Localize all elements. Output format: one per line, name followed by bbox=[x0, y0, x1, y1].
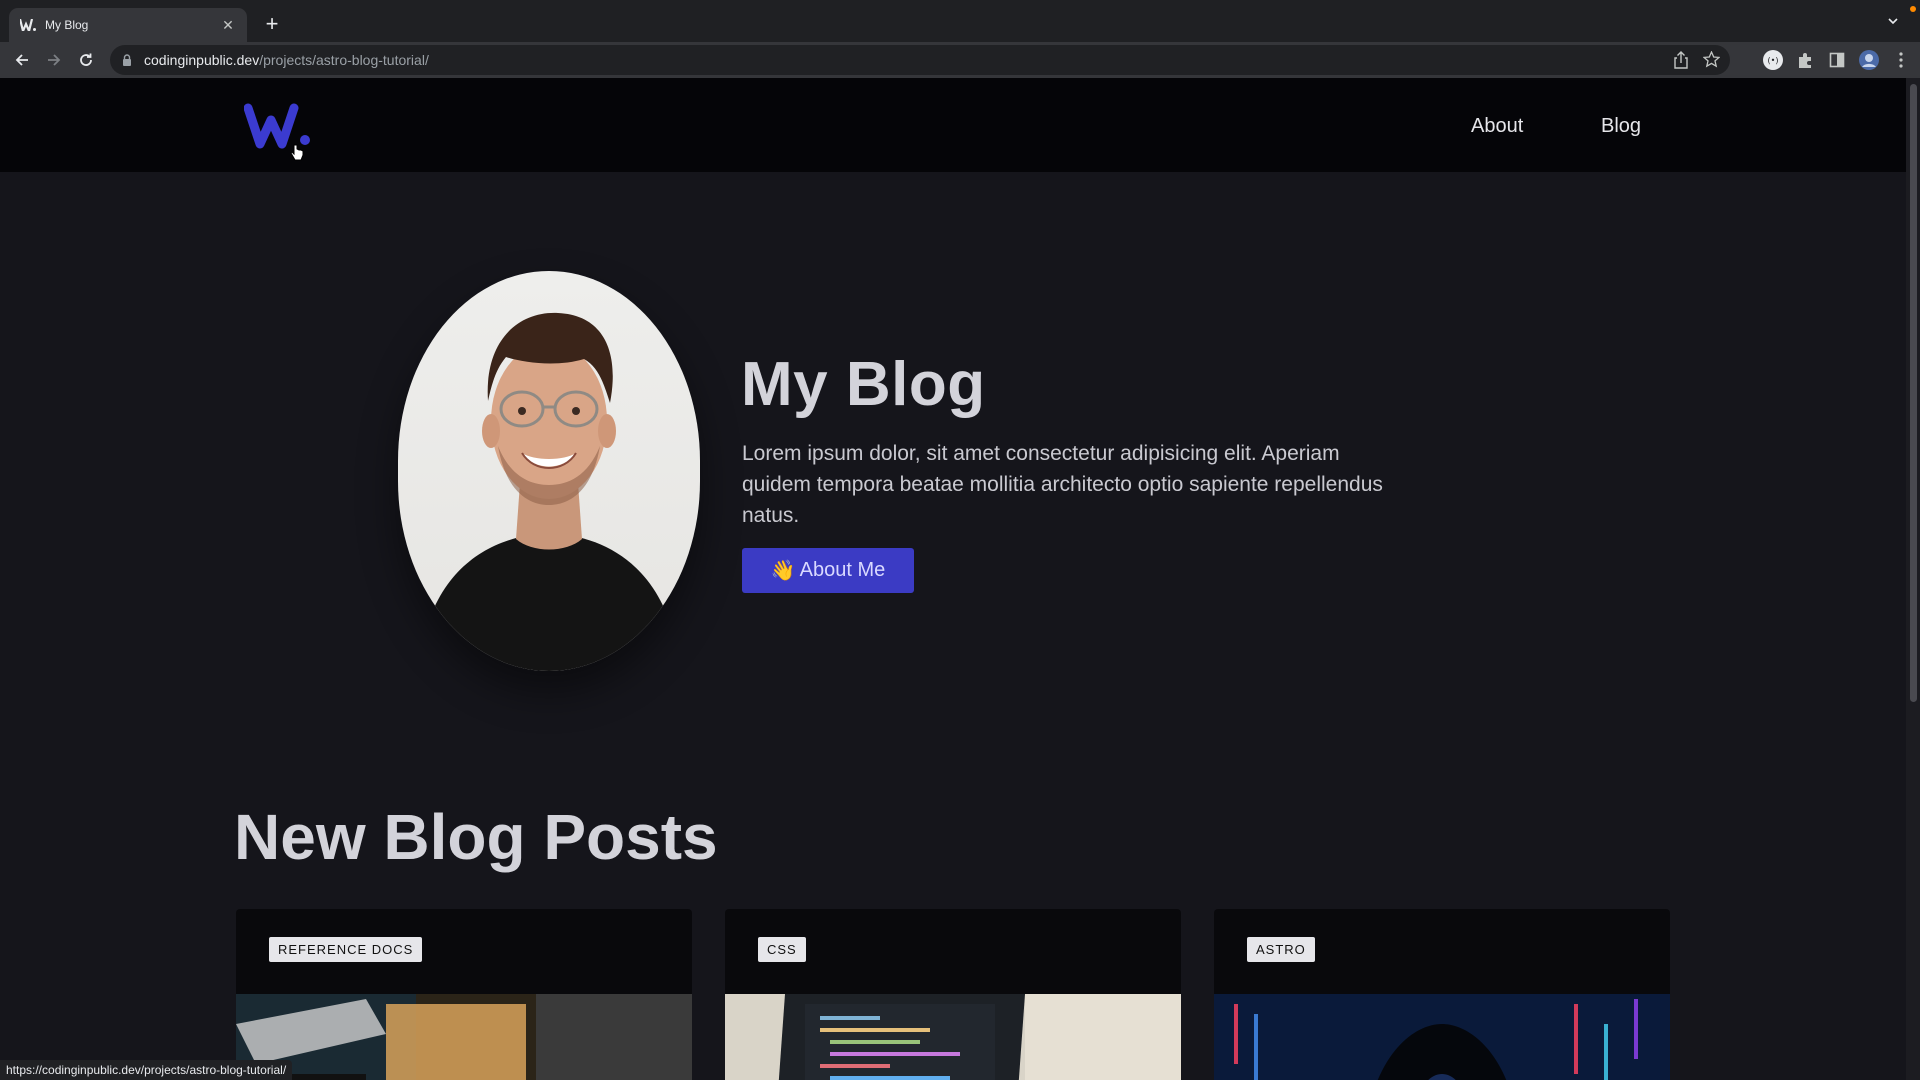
lock-icon[interactable] bbox=[122, 53, 134, 67]
extension-radio-icon[interactable]: (•) bbox=[1762, 46, 1784, 74]
post-tag[interactable]: REFERENCE DOCS bbox=[269, 937, 423, 962]
reload-button[interactable] bbox=[72, 46, 100, 74]
web-page: About Blog My Blog Lorem ipsum dolor, si… bbox=[0, 78, 1906, 1080]
post-thumbnail-desk[interactable] bbox=[236, 994, 692, 1080]
author-portrait bbox=[398, 271, 700, 671]
post-card[interactable]: CSS bbox=[725, 909, 1181, 1080]
post-thumbnail-laptop-code[interactable] bbox=[725, 994, 1181, 1080]
browser-menu-icon[interactable] bbox=[1890, 46, 1912, 74]
url-path: /projects/astro-blog-tutorial/ bbox=[259, 52, 429, 68]
portrait-person-icon bbox=[418, 312, 680, 671]
url-host: codinginpublic.dev bbox=[144, 52, 260, 68]
status-bar-url: https://codinginpublic.dev/projects/astr… bbox=[0, 1060, 293, 1080]
back-button[interactable] bbox=[8, 46, 36, 74]
browser-tabstrip: My Blog ✕ + bbox=[0, 0, 1920, 42]
arrow-right-icon bbox=[48, 54, 61, 66]
hero-description: Lorem ipsum dolor, sit amet consectetur … bbox=[742, 442, 1383, 527]
hand-cursor-icon bbox=[290, 144, 304, 167]
forward-button[interactable] bbox=[40, 46, 68, 74]
post-tag[interactable]: ASTRO bbox=[1247, 937, 1315, 962]
new-tab-button[interactable]: + bbox=[258, 11, 286, 39]
scrollbar-thumb[interactable] bbox=[1910, 84, 1917, 702]
update-indicator bbox=[1910, 6, 1916, 12]
site-logo[interactable] bbox=[243, 102, 312, 150]
close-tab-icon[interactable]: ✕ bbox=[219, 17, 237, 34]
post-tag[interactable]: CSS bbox=[758, 937, 806, 962]
side-panel-icon[interactable] bbox=[1826, 46, 1848, 74]
post-card[interactable]: REFERENCE DOCS bbox=[236, 909, 692, 1080]
browser-tab[interactable]: My Blog ✕ bbox=[9, 8, 247, 42]
site-header: About Blog bbox=[0, 78, 1906, 172]
hero-title: My Blog bbox=[741, 350, 986, 419]
nav-about-link[interactable]: About bbox=[1471, 115, 1523, 138]
post-card[interactable]: ASTRO bbox=[1214, 909, 1670, 1080]
page-scrollbar[interactable] bbox=[1906, 78, 1920, 1080]
tab-title: My Blog bbox=[45, 18, 89, 32]
site-favicon-icon bbox=[19, 16, 37, 34]
arrow-left-icon bbox=[15, 54, 28, 66]
bookmark-star-icon[interactable] bbox=[1702, 50, 1721, 74]
extensions-puzzle-icon[interactable] bbox=[1794, 46, 1816, 74]
new-posts-heading: New Blog Posts bbox=[234, 801, 718, 873]
post-thumbnail-hooded-figure[interactable] bbox=[1214, 994, 1670, 1080]
share-icon[interactable] bbox=[1673, 51, 1689, 74]
about-me-button-label: About Me bbox=[799, 559, 886, 581]
nav-blog-link[interactable]: Blog bbox=[1601, 115, 1641, 138]
reload-icon bbox=[80, 53, 92, 66]
waving-hand-icon: 👋 bbox=[770, 560, 796, 582]
tab-search-chevron-icon[interactable] bbox=[1886, 14, 1902, 30]
address-bar[interactable]: codinginpublic.dev/projects/astro-blog-t… bbox=[110, 45, 1730, 75]
svg-text:(•): (•) bbox=[1768, 56, 1779, 65]
browser-toolbar: codinginpublic.dev/projects/astro-blog-t… bbox=[0, 42, 1920, 78]
profile-avatar-icon[interactable] bbox=[1858, 46, 1880, 74]
logo-w-icon bbox=[243, 103, 310, 149]
about-me-button[interactable]: 👋 About Me bbox=[742, 548, 914, 593]
